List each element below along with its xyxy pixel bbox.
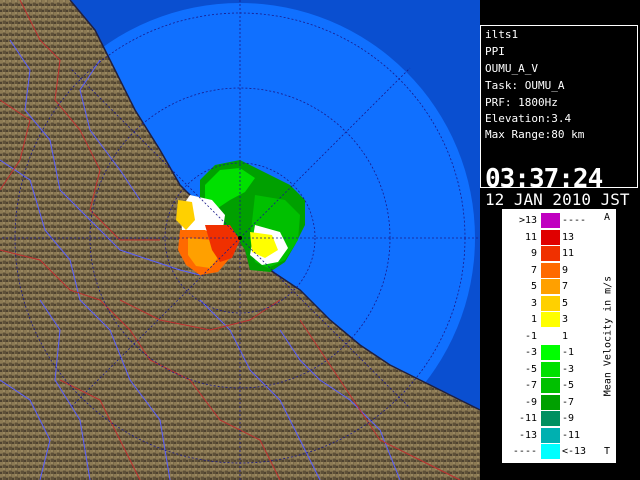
legend-row-high: -5 (562, 380, 575, 391)
legend-row-low: 11 (524, 231, 537, 243)
legend-row-high: -11 (562, 429, 581, 441)
legend-swatch (541, 229, 560, 245)
legend-row-low: -13 (518, 429, 537, 441)
scan-type: PPI (485, 45, 505, 58)
legend-row-low: 7 (530, 264, 537, 276)
legend-row-low: 5 (530, 281, 537, 292)
site-name: ilts1 (485, 28, 519, 41)
scan-date: 12 JAN 2010 JST (485, 190, 630, 209)
legend-row: 79 (503, 262, 598, 279)
legend-row: -7 -5 (503, 377, 598, 394)
legend-row: 35 (503, 295, 598, 312)
legend-swatch (541, 295, 560, 311)
radar-site-marker (238, 236, 242, 240)
legend-row: -11 -9 (503, 410, 598, 427)
legend-bottom-mark: T (604, 446, 611, 457)
legend-swatch (541, 246, 560, 261)
velocity-legend: >13 ---- 11 13 9 11 7 9 5 7 3 5 1 3 -1 1 -3 -1 -5 -3 -7 -5 -9-… (502, 209, 616, 463)
legend-row-high: 13 (562, 231, 575, 243)
legend-row-low: >13 (518, 215, 537, 226)
legend-row: -13 -11 (503, 427, 598, 444)
legend-row: -1 1 (503, 328, 598, 345)
legend-row: 9 11 (503, 245, 598, 262)
legend-row-low: -11 (518, 413, 537, 424)
legend-row: >13 ---- (503, 212, 598, 229)
legend-swatch (541, 411, 560, 426)
legend-row-low: 3 (530, 297, 537, 309)
legend-swatch (541, 312, 560, 327)
legend-row-high: 7 (562, 281, 569, 292)
legend-title-box: Mean Velocity in m/s (599, 210, 617, 462)
legend-row: -9 -7 (503, 394, 598, 411)
legend-swatch (541, 328, 560, 344)
legend-row: 11 13 (503, 229, 598, 246)
legend-row-low: 1 (530, 314, 537, 325)
radar-display: ilts1 PPI OUMU_A_V Task: OUMU_A PRF: 180… (0, 0, 640, 480)
legend-row-high: 5 (562, 297, 569, 309)
legend-row-high: 9 (562, 264, 569, 276)
legend-row: ---- <-13 (503, 443, 598, 460)
legend-row-high: -9 (562, 413, 575, 424)
legend-row-high: -7 (562, 396, 575, 408)
legend-swatch (541, 378, 560, 393)
legend-row-high: 11 (562, 248, 575, 259)
legend-row: 13 (503, 311, 598, 328)
legend-row-low: -7 (524, 380, 537, 391)
legend-row-high: ---- (562, 215, 587, 226)
legend-row-high: <-13 (562, 446, 587, 457)
legend-swatch (541, 213, 560, 228)
legend-row-high: -3 (562, 363, 575, 375)
legend-swatch (541, 345, 560, 360)
legend-row-low: -5 (524, 363, 537, 375)
legend-row-low: -9 (524, 396, 537, 408)
radar-map[interactable] (0, 0, 480, 480)
product-name: OUMU_A_V (485, 62, 538, 75)
legend-swatch (541, 394, 560, 410)
legend-row-high: 3 (562, 314, 569, 325)
legend-swatch (541, 444, 560, 459)
legend-row: -3 -1 (503, 344, 598, 361)
legend-swatch (541, 427, 560, 443)
elevation-value: Elevation:3.4 (485, 112, 572, 125)
legend-row-high: 1 (562, 330, 569, 342)
scan-time: 03:37:24 (485, 164, 603, 194)
info-panel: ilts1 PPI OUMU_A_V Task: OUMU_A PRF: 180… (480, 25, 638, 209)
legend-swatch (541, 361, 560, 377)
legend-row-low: ---- (512, 446, 537, 457)
task-name: Task: OUMU_A (485, 79, 565, 92)
legend-row: -5 -3 (503, 361, 598, 378)
legend-row: 57 (503, 278, 598, 295)
legend-swatch (541, 279, 560, 294)
legend-row-low: -3 (524, 347, 537, 358)
max-range-value: Max Range:80 km (485, 128, 585, 141)
legend-swatch (541, 262, 560, 278)
legend-title: Mean Velocity in m/s (602, 275, 614, 397)
legend-row-high: -1 (562, 347, 575, 358)
legend-row-low: -1 (524, 330, 537, 342)
legend-row-low: 9 (530, 248, 537, 259)
prf-value: PRF: 1800Hz (485, 96, 558, 109)
